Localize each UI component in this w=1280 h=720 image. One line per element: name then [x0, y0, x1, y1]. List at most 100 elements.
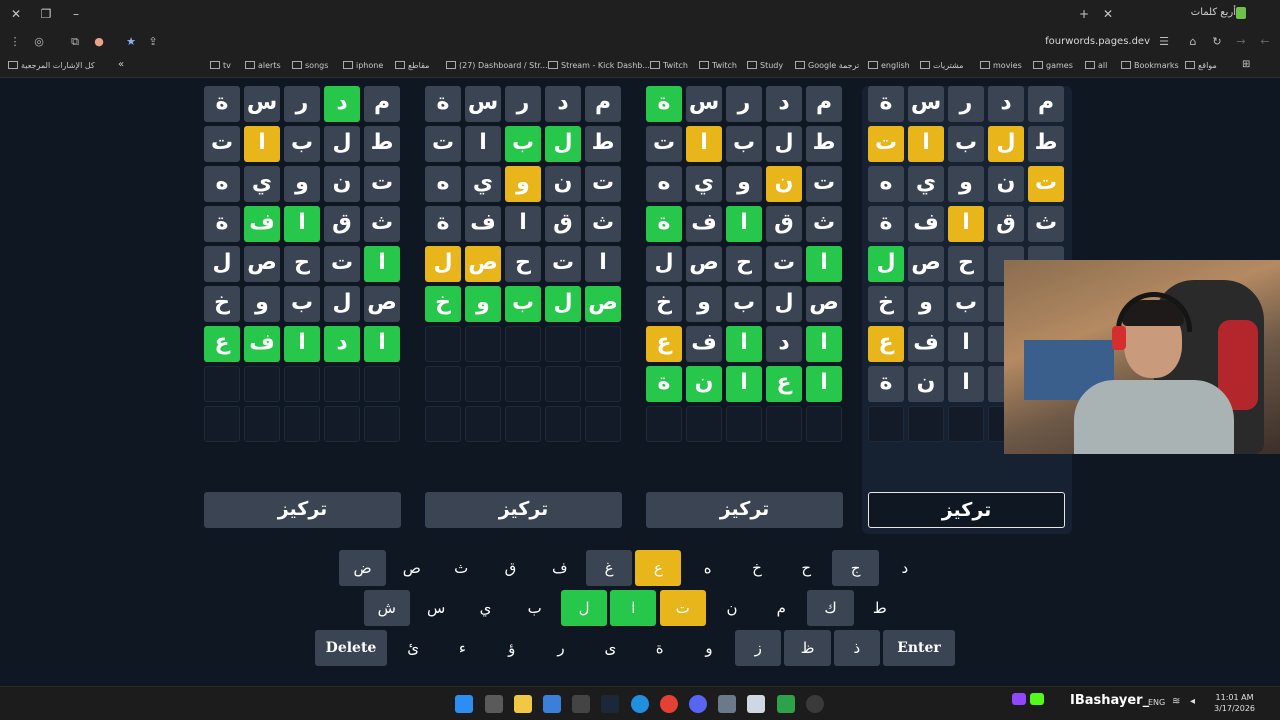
home-icon[interactable]: ⌂ — [1186, 35, 1200, 49]
letter-tile: ل — [324, 286, 360, 322]
letter-key[interactable]: ض — [339, 550, 386, 586]
letter-key[interactable]: ز — [735, 630, 782, 666]
letter-key[interactable]: ه — [684, 550, 731, 586]
letter-key[interactable]: ظ — [784, 630, 831, 666]
letter-tile: و — [948, 166, 984, 202]
letter-key[interactable]: ح — [783, 550, 830, 586]
letter-key[interactable]: ن — [708, 590, 756, 626]
back-icon[interactable]: ← — [1258, 35, 1272, 49]
letter-key[interactable]: ك — [807, 590, 854, 626]
system-clock[interactable]: 11:01 AM 3/17/2026 — [1214, 692, 1255, 714]
bookmark-item[interactable]: مقاطع — [395, 61, 429, 70]
calendar-icon[interactable] — [543, 695, 561, 713]
focus-button-board-2[interactable]: تركيز — [425, 492, 622, 528]
bookmark-item[interactable]: tv — [210, 61, 231, 70]
bookmark-item[interactable]: Stream - Kick Dashb... — [548, 61, 650, 70]
volume-icon[interactable]: ◂ — [1190, 696, 1195, 707]
apps-grid-icon[interactable]: ⊞ — [1242, 59, 1250, 70]
bookmark-item[interactable]: Bookmarks — [1121, 61, 1179, 70]
empty-tile — [585, 406, 621, 442]
edge-icon[interactable] — [631, 695, 649, 713]
chrome-icon[interactable] — [660, 695, 678, 713]
focus-button-board-3[interactable]: تركيز — [646, 492, 843, 528]
letter-key[interactable]: ق — [487, 550, 534, 586]
close-window-icon[interactable]: ✕ — [8, 6, 24, 22]
extensions-icon[interactable]: ⧉ — [68, 35, 82, 49]
letter-key[interactable]: ل — [560, 590, 608, 626]
letter-key[interactable]: ذ — [833, 630, 880, 666]
bookmark-all[interactable]: كل الإشارات المرجعية — [8, 61, 95, 70]
wifi-icon[interactable]: ≋ — [1172, 696, 1180, 707]
letter-tile: ا — [726, 366, 762, 402]
start-icon[interactable] — [455, 695, 473, 713]
letter-key[interactable]: و — [685, 630, 733, 666]
letter-key[interactable]: د — [881, 550, 928, 586]
letter-key[interactable]: ا — [610, 590, 657, 626]
share-icon[interactable]: ⇪ — [146, 35, 160, 49]
empty-tile — [505, 326, 541, 362]
language-indicator[interactable]: ENG — [1148, 698, 1165, 707]
letter-key[interactable]: ت — [659, 590, 706, 626]
bookmarks-overflow-icon[interactable]: « — [118, 59, 124, 70]
letter-key[interactable]: ص — [388, 550, 435, 586]
bookmark-item[interactable]: songs — [292, 61, 328, 70]
tab-title[interactable]: أربع كلمات — [1191, 7, 1236, 18]
bookmark-item[interactable]: alerts — [245, 61, 281, 70]
bookmark-item[interactable]: مشتريات — [920, 61, 963, 70]
letter-key[interactable]: ع — [635, 550, 682, 586]
focus-button-board-4[interactable]: تركيز — [868, 492, 1065, 528]
discord-icon[interactable] — [689, 695, 707, 713]
letter-key[interactable]: ج — [832, 550, 879, 586]
new-tab-icon[interactable]: + — [1076, 6, 1092, 22]
bookmark-item[interactable]: english — [868, 61, 910, 70]
site-settings-icon[interactable]: ☰ — [1157, 35, 1171, 49]
profile-icon[interactable]: ◎ — [32, 35, 46, 49]
terminal-icon[interactable] — [572, 695, 590, 713]
letter-key[interactable]: ف — [536, 550, 583, 586]
steam-icon[interactable] — [601, 695, 619, 713]
letter-key[interactable]: ث — [438, 550, 485, 586]
bookmark-item[interactable]: Twitch — [650, 61, 688, 70]
letter-key[interactable]: ئ — [390, 630, 437, 666]
menu-icon[interactable]: ⋮ — [8, 35, 22, 49]
bookmark-item[interactable]: مواقع — [1185, 61, 1217, 70]
address-field[interactable]: fourwords.pages.dev — [1045, 36, 1150, 47]
restore-window-icon[interactable]: ❐ — [38, 6, 54, 22]
letter-key[interactable]: س — [413, 590, 460, 626]
bookmark-item[interactable]: all — [1085, 61, 1107, 70]
focus-button-board-1[interactable]: تركيز — [204, 492, 401, 528]
delete-key[interactable]: Delete — [315, 630, 387, 666]
letter-key[interactable]: ؤ — [488, 630, 535, 666]
letter-key[interactable]: ر — [537, 630, 585, 666]
obs-icon[interactable] — [806, 695, 824, 713]
letter-key[interactable]: ء — [439, 630, 486, 666]
letter-key[interactable]: ش — [363, 590, 410, 626]
letter-key[interactable]: خ — [733, 550, 781, 586]
file-explorer-icon[interactable] — [514, 695, 532, 713]
app-icon[interactable] — [747, 695, 765, 713]
letter-key[interactable]: ى — [587, 630, 634, 666]
bookmark-item[interactable]: games — [1033, 61, 1073, 70]
bookmark-star-icon[interactable]: ★ — [124, 35, 138, 49]
task-view-icon[interactable] — [485, 695, 503, 713]
forward-icon[interactable]: → — [1234, 35, 1248, 49]
letter-key[interactable]: ة — [636, 630, 683, 666]
bookmark-item[interactable]: Twitch — [699, 61, 737, 70]
letter-key[interactable]: ب — [511, 590, 558, 626]
close-tab-icon[interactable]: ✕ — [1100, 6, 1116, 22]
letter-key[interactable]: ط — [856, 590, 903, 626]
xbox-icon[interactable] — [777, 695, 795, 713]
bookmark-item[interactable]: Google ترجمة — [795, 61, 859, 70]
minimize-window-icon[interactable]: – — [68, 6, 84, 22]
bookmark-item[interactable]: movies — [980, 61, 1022, 70]
letter-key[interactable]: م — [758, 590, 805, 626]
enter-key[interactable]: Enter — [883, 630, 955, 666]
letter-key[interactable]: ي — [462, 590, 509, 626]
letter-key[interactable]: غ — [585, 550, 633, 586]
reload-icon[interactable]: ↻ — [1210, 35, 1224, 49]
bookmark-item[interactable]: iphone — [343, 61, 383, 70]
bookmark-item[interactable]: (27) Dashboard / Str... — [446, 61, 548, 70]
extension-icon[interactable]: ● — [92, 35, 106, 49]
app-icon[interactable] — [718, 695, 736, 713]
bookmark-item[interactable]: Study — [747, 61, 783, 70]
